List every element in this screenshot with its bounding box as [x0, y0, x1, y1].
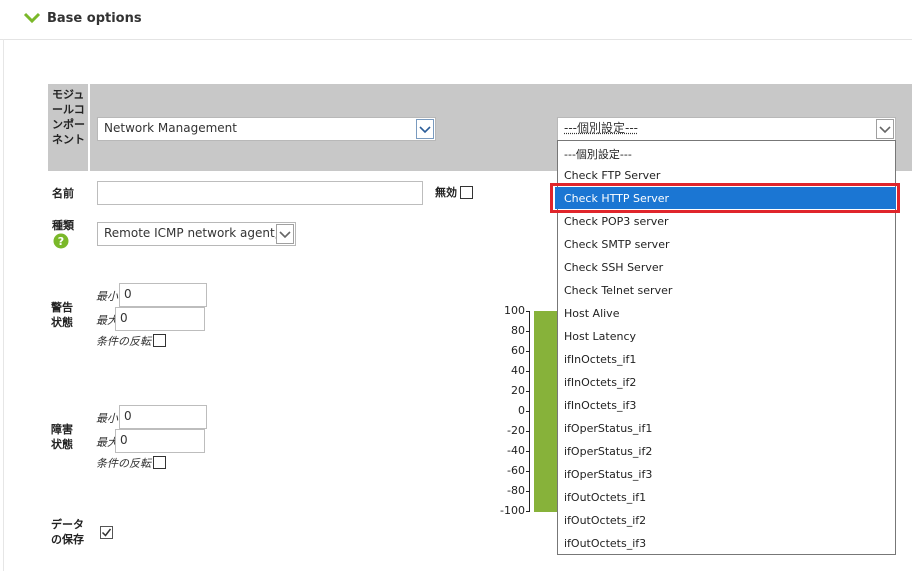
chevron-down-icon[interactable]: [876, 119, 894, 139]
type-select[interactable]: Remote ICMP network agent, b: [97, 222, 296, 246]
dropdown-option[interactable]: ifOutOctets_if1: [564, 491, 646, 504]
component-group-select[interactable]: Network Management: [97, 117, 436, 141]
component-group-value: Network Management: [104, 121, 237, 135]
svg-text:?: ?: [58, 235, 64, 248]
dropdown-option[interactable]: Host Alive: [564, 307, 619, 320]
chevron-down-icon[interactable]: [276, 224, 294, 244]
critical-invert-checkbox[interactable]: [153, 456, 166, 469]
dropdown-option[interactable]: ifOperStatus_if3: [564, 468, 652, 481]
critical-status-label: 障害状態: [51, 423, 73, 451]
module-component-label: モジュールコンポーネント: [48, 84, 88, 171]
chevron-down-icon[interactable]: [416, 119, 434, 139]
critical-max-input[interactable]: 0: [115, 429, 205, 453]
gauge-tick-label: 40: [511, 364, 525, 377]
warning-invert-label: 条件の反転: [96, 335, 151, 348]
critical-min-label: 最小: [96, 412, 118, 425]
warning-invert-checkbox[interactable]: [153, 334, 166, 347]
section-title[interactable]: Base options: [47, 11, 142, 26]
gauge-tick-label: 20: [511, 384, 525, 397]
dropdown-option[interactable]: Check FTP Server: [564, 169, 660, 182]
dropdown-option[interactable]: Check Telnet server: [564, 284, 672, 297]
gauge-tick-label: -80: [507, 484, 525, 497]
dropdown-option[interactable]: Check HTTP Server: [564, 192, 669, 205]
gauge-axis-line: [529, 311, 530, 512]
type-label: 種類: [52, 219, 74, 232]
critical-invert-label: 条件の反転: [96, 457, 151, 470]
dropdown-option[interactable]: ifInOctets_if2: [564, 376, 636, 389]
individual-setting-value: ---個別設定---: [564, 121, 638, 135]
help-icon[interactable]: ?: [53, 233, 69, 249]
disabled-label: 無効: [435, 186, 457, 199]
dropdown-option[interactable]: Check POP3 server: [564, 215, 669, 228]
warning-min-input[interactable]: 0: [119, 283, 207, 307]
dropdown-option[interactable]: ifOutOctets_if3: [564, 537, 646, 550]
chevron-down-icon[interactable]: [23, 11, 41, 25]
dropdown-option[interactable]: ---個別設定---: [564, 146, 632, 162]
disabled-checkbox[interactable]: [460, 186, 473, 199]
gauge-bar: [534, 311, 557, 512]
type-value: Remote ICMP network agent, b: [104, 226, 290, 240]
gauge-tick-label: -60: [507, 464, 525, 477]
dropdown-option[interactable]: ifOutOctets_if2: [564, 514, 646, 527]
dropdown-option[interactable]: ifInOctets_if3: [564, 399, 636, 412]
warning-max-input[interactable]: 0: [115, 307, 205, 331]
name-input[interactable]: [97, 181, 423, 205]
dropdown-option[interactable]: ifOperStatus_if2: [564, 445, 652, 458]
checkmark-icon: [101, 528, 112, 537]
dropdown-option[interactable]: ifOperStatus_if1: [564, 422, 652, 435]
warning-min-label: 最小: [96, 290, 118, 303]
gauge-tick-label: 0: [518, 404, 525, 417]
gauge-tick-label: -40: [507, 444, 525, 457]
dropdown-option[interactable]: Check SSH Server: [564, 261, 663, 274]
name-label: 名前: [52, 187, 74, 200]
warning-status-label: 警告状態: [51, 301, 73, 329]
gauge-tick-label: 80: [511, 324, 525, 337]
history-checkbox[interactable]: [100, 526, 113, 539]
gauge-tick-label: -100: [500, 504, 525, 517]
critical-min-input[interactable]: 0: [119, 405, 207, 429]
gauge-tick-label: 100: [504, 304, 525, 317]
gauge-tick-label: -20: [507, 424, 525, 437]
dropdown-option[interactable]: ifInOctets_if1: [564, 353, 636, 366]
gauge-tick-label: 60: [511, 344, 525, 357]
individual-setting-select[interactable]: ---個別設定---: [557, 117, 896, 141]
history-label: データの保存: [51, 518, 84, 546]
dropdown-option[interactable]: Check SMTP server: [564, 238, 669, 251]
dropdown-option[interactable]: Host Latency: [564, 330, 636, 343]
